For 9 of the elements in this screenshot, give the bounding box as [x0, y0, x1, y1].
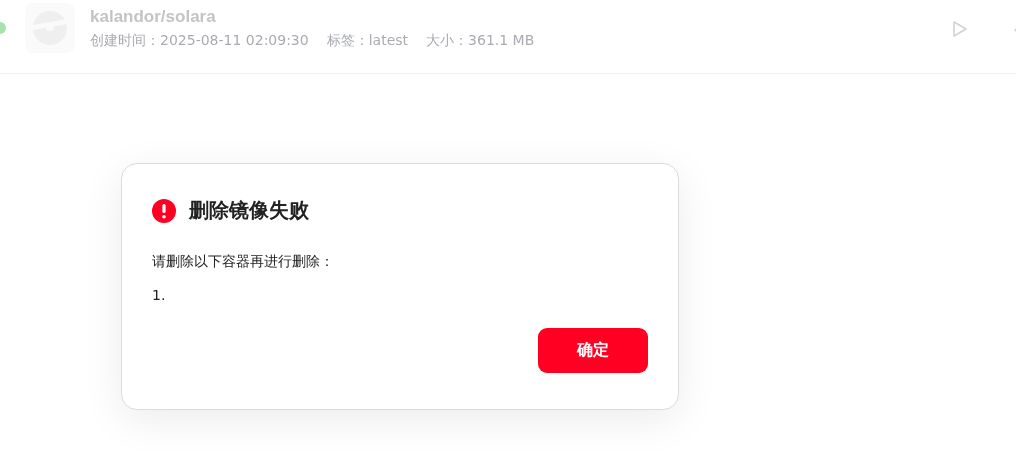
confirm-button[interactable]: 确定 [538, 328, 648, 373]
image-name: kalandor/solara [90, 7, 217, 27]
image-meta: 创建时间：2025-08-11 02:09:30 [90, 32, 309, 50]
image-meta: 标签：latest [326, 32, 409, 50]
dialog-title: 删除镜像失败 [189, 197, 309, 224]
image-meta: 大小：361.1 MB [426, 32, 535, 50]
dialog-message: 请删除以下容器再进行删除： [152, 253, 335, 271]
container-list-item: 1. [152, 287, 167, 303]
play-icon[interactable] [952, 20, 968, 38]
